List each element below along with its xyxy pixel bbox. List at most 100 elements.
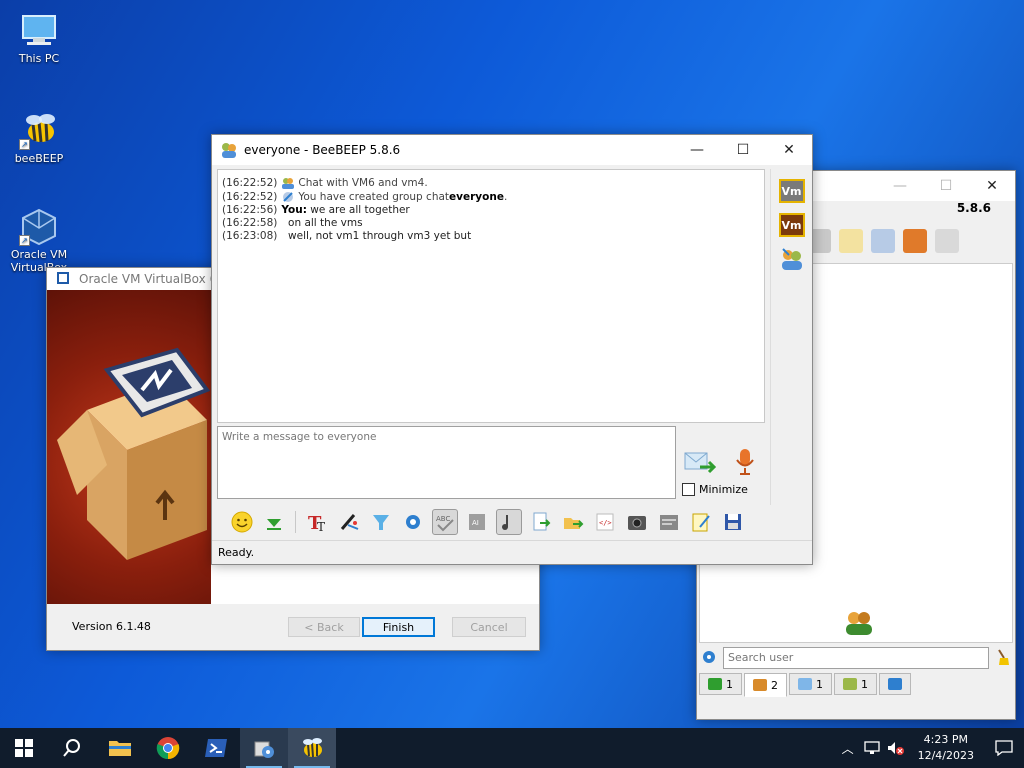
- message-bold-text: everyone: [449, 190, 504, 203]
- minimize-label: Minimize: [699, 483, 748, 496]
- send-file-icon[interactable]: [528, 509, 554, 535]
- chat-message: (16:23:08) well, not vm1 through vm3 yet…: [222, 230, 760, 243]
- autocomplete-icon[interactable]: AI: [464, 509, 490, 535]
- minimize-checkbox[interactable]: [682, 483, 695, 496]
- virtualbox-small-icon: [55, 270, 73, 288]
- notification-center-button[interactable]: [984, 728, 1024, 768]
- shortcut-arrow-icon: ↗: [19, 235, 30, 246]
- chat-message: (16:22:52) You have created group chat e…: [222, 190, 760, 204]
- message-time: (16:22:52): [222, 190, 278, 203]
- system-tray: ︿ 4:23 PM 12/4/2023: [836, 728, 1024, 768]
- maximize-button[interactable]: ☐: [720, 135, 766, 165]
- tab-count: 2: [771, 678, 778, 692]
- trash-icon[interactable]: [935, 229, 959, 253]
- arrow-up-icon[interactable]: [903, 229, 927, 253]
- chat-log[interactable]: (16:22:52) Chat with VM6 and vm4. (16:22…: [217, 169, 765, 423]
- message-text: we are all together: [306, 204, 410, 216]
- taskbar-powershell[interactable]: [192, 728, 240, 768]
- clock[interactable]: 4:23 PM 12/4/2023: [908, 732, 984, 764]
- music-note-icon[interactable]: [496, 509, 522, 535]
- desktop-icon-beebeep[interactable]: ↗ beeBEEP: [4, 110, 74, 165]
- network-icon[interactable]: [860, 728, 884, 768]
- window-title: everyone - BeeBEEP 5.8.6: [244, 143, 401, 157]
- tab-chats[interactable]: 1: [789, 673, 832, 695]
- taskbar-chrome[interactable]: [144, 728, 192, 768]
- message-text: well, not vm1 through vm3 yet but: [281, 230, 472, 242]
- search-icon: [63, 739, 80, 757]
- tab-count: 1: [726, 677, 733, 691]
- minimize-button[interactable]: —: [877, 171, 923, 201]
- taskbar-beebeep[interactable]: [288, 728, 336, 768]
- taskbar-file-explorer[interactable]: [96, 728, 144, 768]
- member-vm4-badge[interactable]: Vm: [778, 213, 805, 237]
- message-sender: You:: [281, 204, 307, 216]
- broom-clear-icon[interactable]: [995, 648, 1011, 669]
- group-icon: [843, 678, 857, 690]
- cancel-button[interactable]: Cancel: [452, 617, 526, 637]
- start-button[interactable]: [0, 728, 48, 768]
- back-button[interactable]: < Back: [288, 617, 360, 637]
- powershell-icon: [205, 739, 227, 757]
- version-label: 5.8.6: [956, 201, 991, 215]
- computer-green-icon: [708, 678, 722, 690]
- chevron-up-icon[interactable]: ︿: [836, 728, 860, 768]
- search-user-input[interactable]: Search user: [723, 647, 989, 669]
- settings-gear-icon[interactable]: [400, 509, 426, 535]
- desktop-icon-label: beeBEEP: [14, 152, 64, 165]
- flag-icon: [888, 678, 902, 690]
- folder-icon: [109, 741, 131, 756]
- chat-message: (16:22:58) on all the vms: [222, 217, 760, 230]
- desktop-icon-virtualbox[interactable]: ↗ Oracle VM VirtualBox: [4, 206, 74, 274]
- tab-groups[interactable]: 1: [834, 673, 877, 695]
- network-tools-icon[interactable]: [871, 229, 895, 253]
- save-disk-icon[interactable]: [720, 509, 746, 535]
- desktop-icon-this-pc[interactable]: This PC: [4, 10, 74, 65]
- minimize-button[interactable]: —: [674, 135, 720, 165]
- add-members-icon[interactable]: [779, 247, 805, 271]
- chat-message: (16:22:56) You: we are all together: [222, 204, 760, 217]
- microphone-icon[interactable]: [734, 447, 756, 480]
- tab-count: 1: [816, 677, 823, 691]
- status-bar: Ready.: [212, 540, 812, 564]
- emoticon-icon[interactable]: [229, 509, 255, 535]
- settings-gear-icon[interactable]: [701, 649, 717, 668]
- taskbar: ︿ 4:23 PM 12/4/2023: [0, 728, 1024, 768]
- send-folder-icon[interactable]: [560, 509, 586, 535]
- send-area: [682, 441, 762, 511]
- clock-time: 4:23 PM: [923, 733, 968, 746]
- screenshot-camera-icon[interactable]: [624, 509, 650, 535]
- download-arrow-icon[interactable]: [261, 509, 287, 535]
- taskbar-virtualbox-installer[interactable]: [240, 728, 288, 768]
- message-time: (16:23:08): [222, 230, 278, 242]
- installer-icon: [254, 741, 274, 758]
- windows-logo-icon: [15, 739, 33, 757]
- font-color-icon[interactable]: [336, 509, 362, 535]
- svg-text:</>: </>: [599, 519, 612, 527]
- tab-flags[interactable]: [879, 673, 911, 695]
- edit-notes-icon[interactable]: [688, 509, 714, 535]
- message-text: You have created group chat: [298, 190, 450, 203]
- svg-text:T: T: [317, 520, 325, 533]
- html-code-icon[interactable]: </>: [592, 509, 618, 535]
- tab-computers[interactable]: 1: [699, 673, 742, 695]
- chrome-icon: [156, 737, 180, 760]
- finish-button[interactable]: Finish: [362, 617, 435, 637]
- tab-users[interactable]: 2: [744, 673, 787, 697]
- edit-note-icon[interactable]: [839, 229, 863, 253]
- member-vm6-badge[interactable]: Vm: [778, 179, 805, 203]
- message-time: (16:22:58): [222, 217, 278, 229]
- close-button[interactable]: ✕: [766, 135, 812, 165]
- chat-titlebar[interactable]: everyone - BeeBEEP 5.8.6 — ☐ ✕: [212, 135, 812, 165]
- message-input[interactable]: Write a message to everyone: [217, 426, 676, 499]
- message-text: on all the vms: [281, 217, 363, 229]
- font-icon[interactable]: TT: [304, 509, 330, 535]
- clear-history-icon[interactable]: [656, 509, 682, 535]
- send-message-icon[interactable]: [684, 449, 717, 480]
- volume-muted-icon[interactable]: [884, 728, 908, 768]
- maximize-button[interactable]: ☐: [923, 171, 969, 201]
- users-group-icon: [844, 611, 874, 638]
- spellcheck-icon[interactable]: ABC: [432, 509, 458, 535]
- close-button[interactable]: ✕: [969, 171, 1015, 201]
- filter-icon[interactable]: [368, 509, 394, 535]
- search-button[interactable]: [48, 728, 96, 768]
